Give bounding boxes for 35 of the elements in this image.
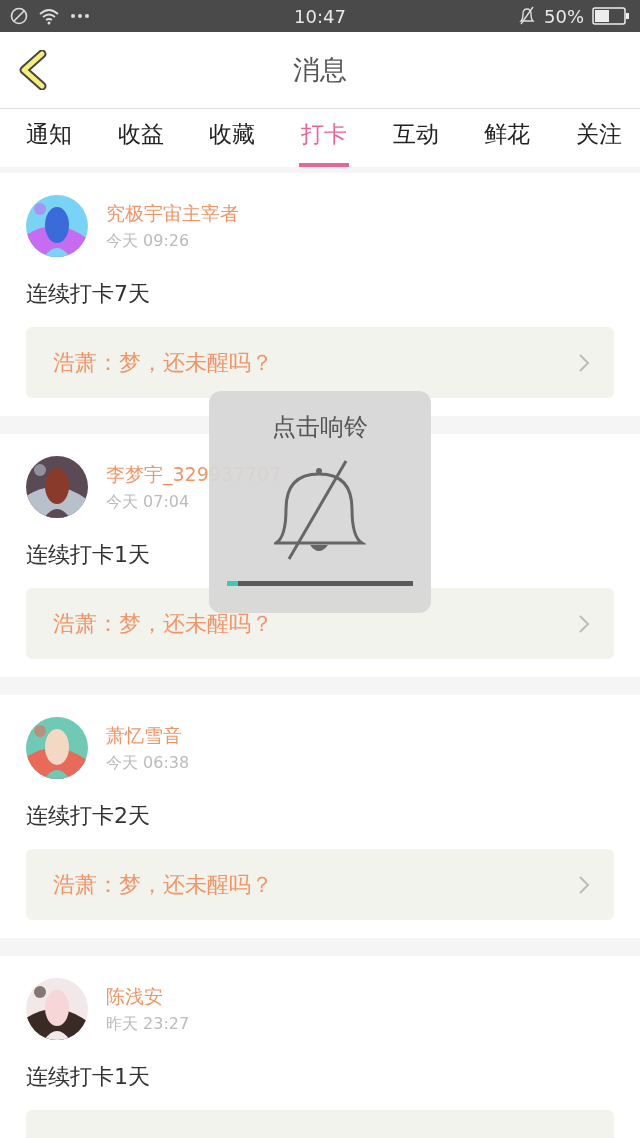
- tab[interactable]: 打卡: [298, 109, 349, 167]
- tab[interactable]: 收益: [115, 109, 166, 167]
- tab[interactable]: 互动: [390, 109, 441, 167]
- message-content: 连续打卡1天: [26, 1063, 151, 1091]
- tab[interactable]: 收藏: [207, 109, 258, 167]
- user-name[interactable]: 陈浅安: [106, 983, 190, 1010]
- reply-box[interactable]: 浩萧：梦，还未醒吗？: [26, 327, 614, 398]
- tab[interactable]: 鲜花: [482, 109, 533, 167]
- chevron-right-icon: [578, 352, 590, 373]
- user-name[interactable]: 究极宇宙主宰者: [106, 200, 239, 227]
- bell-off-icon: [518, 6, 536, 26]
- reply-text: 浩萧：梦，还未醒吗？: [53, 870, 273, 899]
- battery-icon: [592, 7, 630, 25]
- reply-box[interactable]: 浩萧：梦，还未醒吗？: [26, 849, 614, 920]
- message-content: 连续打卡2天: [26, 802, 151, 830]
- status-time: 10:47: [294, 5, 346, 27]
- battery-percent: 50%: [544, 5, 584, 27]
- user-name[interactable]: 萧忆雪音: [106, 722, 190, 749]
- message-content: 连续打卡1天: [26, 541, 151, 569]
- chevron-right-icon: [578, 874, 590, 895]
- message-time: 今天 07:04: [106, 491, 191, 513]
- wifi-icon: [38, 7, 60, 25]
- message-time: 昨天 23:27: [106, 1013, 190, 1035]
- message-time: 今天 06:38: [106, 752, 190, 774]
- message-content: 连续打卡7天: [26, 280, 151, 308]
- reply-text: 浩萧：梦，还未醒吗？: [53, 609, 273, 638]
- reply-text: 浩萧：梦，还未醒吗？: [53, 348, 273, 377]
- more-icon: [70, 13, 90, 19]
- tab[interactable]: 关注: [573, 109, 624, 167]
- tab[interactable]: 通知: [24, 109, 74, 167]
- toast-title: 点击响铃: [272, 412, 368, 443]
- message-time: 今天 09:26: [106, 230, 191, 252]
- do-not-disturb-icon: [10, 7, 28, 25]
- chevron-right-icon: [578, 613, 590, 634]
- page-title: 消息: [293, 53, 347, 87]
